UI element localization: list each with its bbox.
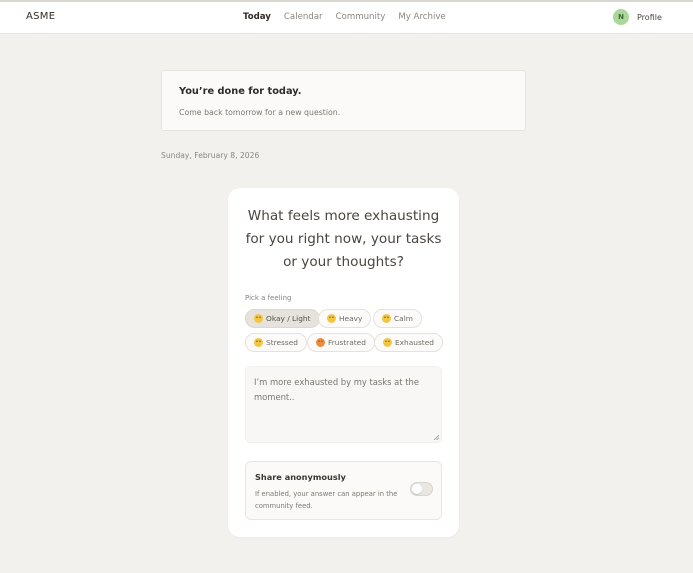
feeling-chip-label: Exhausted [395,338,434,347]
smile-emoji-icon: •• [254,314,263,323]
feeling-chip-label: Calm [394,314,413,323]
done-title: You’re done for today. [179,86,302,97]
share-title: Share anonymously [255,472,346,482]
question-card: What feels more exhausting for you right… [228,188,459,537]
answer-textarea[interactable]: I’m more exhausted by my tasks at the mo… [245,366,442,443]
feeling-chip-heavy[interactable]: •• Heavy [318,309,372,328]
main-nav: Today Calendar Community My Archive [243,12,446,22]
feeling-chip-label: Okay / Light [266,314,311,323]
sad-emoji-icon: •• [327,314,336,323]
nav-my-archive[interactable]: My Archive [398,12,445,22]
feeling-chip-label: Heavy [339,314,363,323]
share-description: If enabled, your answer can appear in th… [255,490,398,510]
toggle-knob [412,484,422,494]
feeling-chip-label: Frustrated [328,338,366,347]
share-anonymously-toggle[interactable] [410,482,433,496]
feeling-chip-calm[interactable]: •• Calm [373,309,422,328]
brand-logo[interactable]: ASME [26,11,55,22]
stressed-emoji-icon: •• [254,338,263,347]
top-navbar: ASME Today Calendar Community My Archive… [0,2,693,34]
nav-calendar[interactable]: Calendar [284,12,323,22]
tired-emoji-icon: •• [383,338,392,347]
profile-menu[interactable]: N Profile [613,9,662,25]
nav-today[interactable]: Today [243,12,271,22]
question-date: Sunday, February 8, 2026 [161,151,260,160]
feeling-chip-exhausted[interactable]: •• Exhausted [374,333,443,352]
feeling-chip-label: Stressed [266,338,298,347]
question-text: What feels more exhausting for you right… [245,208,442,270]
resize-handle-icon[interactable] [433,434,439,440]
answer-text: I’m more exhausted by my tasks at the mo… [254,377,419,402]
avatar[interactable]: N [613,9,629,25]
pick-feeling-label: Pick a feeling [245,294,292,302]
done-subtitle: Come back tomorrow for a new question. [179,108,341,117]
nav-community[interactable]: Community [336,12,386,22]
calm-emoji-icon: •• [382,314,391,323]
done-notice-card: You’re done for today. Come back tomorro… [161,70,526,131]
share-anonymously-panel: Share anonymously If enabled, your answe… [245,461,442,520]
feeling-chip-okay-light[interactable]: •• Okay / Light [245,309,320,328]
feeling-chip-stressed[interactable]: •• Stressed [245,333,307,352]
angry-emoji-icon: •• [316,338,325,347]
feeling-chip-frustrated[interactable]: •• Frustrated [307,333,375,352]
profile-link[interactable]: Profile [637,13,662,22]
